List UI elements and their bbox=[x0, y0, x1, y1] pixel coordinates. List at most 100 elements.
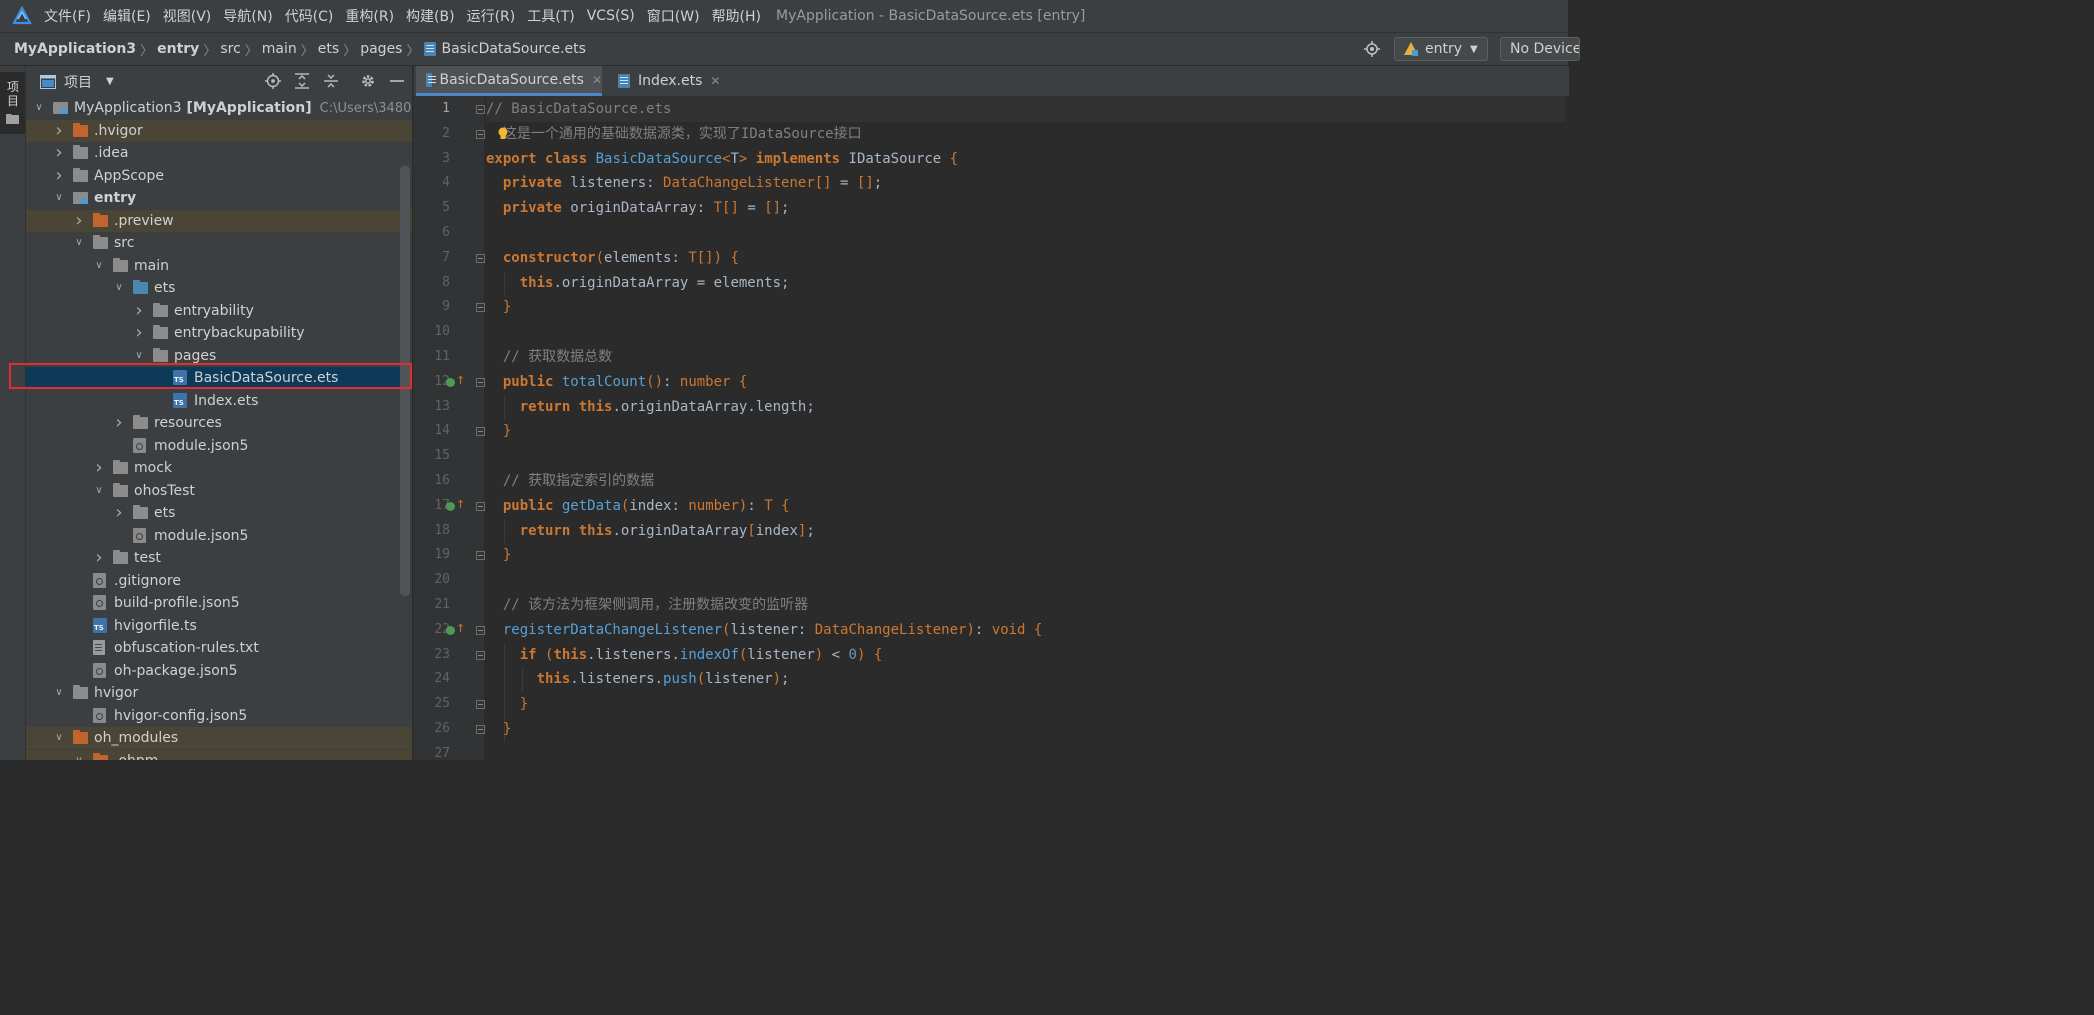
fold-marker-icon[interactable] bbox=[476, 650, 485, 660]
tree-item[interactable]: ∨ oh_modules bbox=[26, 727, 412, 749]
tree-item[interactable]: module.json5 bbox=[26, 435, 412, 457]
fold-marker-icon[interactable] bbox=[476, 700, 485, 710]
chevron-down-icon[interactable]: ∨ bbox=[72, 750, 86, 761]
tree-item[interactable]: › .hvigor bbox=[26, 119, 412, 142]
menu-item[interactable]: 帮助(H) bbox=[712, 6, 761, 26]
chevron-down-icon[interactable]: ▼ bbox=[106, 76, 114, 87]
close-icon[interactable]: ✕ bbox=[710, 74, 720, 88]
tree-item[interactable]: ∨ ets bbox=[26, 277, 412, 299]
breadcrumb-pages[interactable]: pages bbox=[360, 41, 402, 57]
tab-basicdatasource[interactable]: BasicDataSource.ets ✕ bbox=[416, 66, 602, 96]
tree-scrollbar[interactable] bbox=[400, 166, 410, 596]
fold-marker-icon[interactable] bbox=[476, 427, 485, 437]
fold-marker-icon[interactable] bbox=[476, 129, 485, 139]
locate-file-icon[interactable] bbox=[265, 73, 281, 89]
breadcrumb-ets[interactable]: ets bbox=[318, 41, 339, 57]
menu-item[interactable]: VCS(S) bbox=[587, 8, 635, 24]
fold-marker-icon[interactable] bbox=[476, 501, 485, 511]
chevron-down-icon[interactable]: ∨ bbox=[132, 345, 146, 367]
tree-item[interactable]: › test bbox=[26, 547, 412, 569]
menu-item[interactable]: 构建(B) bbox=[406, 6, 455, 26]
fold-marker-icon[interactable] bbox=[476, 377, 485, 387]
chevron-down-icon[interactable]: ∨ bbox=[92, 255, 106, 277]
tree-item[interactable]: › .preview bbox=[26, 209, 412, 232]
project-tool-tab[interactable]: 项目 bbox=[0, 72, 25, 134]
tree-item[interactable]: › ets bbox=[26, 502, 412, 524]
fold-marker-icon[interactable] bbox=[476, 551, 485, 561]
chevron-down-icon[interactable]: ∨ bbox=[52, 682, 66, 704]
menu-item[interactable]: 文件(F) bbox=[44, 6, 91, 26]
chevron-right-icon[interactable]: › bbox=[132, 322, 146, 344]
tree-item[interactable]: Index.ets bbox=[26, 390, 412, 412]
locate-target-icon[interactable] bbox=[1364, 41, 1380, 57]
tree-item[interactable]: ∨ src bbox=[26, 232, 412, 254]
chevron-down-icon[interactable]: ∨ bbox=[32, 97, 46, 119]
tree-item[interactable]: ∨ MyApplication3 [MyApplication] C:\Users\3… bbox=[26, 97, 412, 119]
tree-item[interactable]: .gitignore bbox=[26, 570, 412, 592]
project-view-label[interactable]: 项目 bbox=[64, 72, 92, 92]
chevron-down-icon[interactable]: ∨ bbox=[92, 480, 106, 502]
chevron-right-icon[interactable]: › bbox=[92, 457, 106, 479]
run-config-select[interactable]: entry ▼ bbox=[1394, 37, 1488, 61]
menu-item[interactable]: 视图(V) bbox=[163, 6, 212, 26]
tree-item[interactable]: hvigorfile.ts bbox=[26, 615, 412, 637]
tree-item[interactable]: › mock bbox=[26, 457, 412, 479]
menu-item[interactable]: 代码(C) bbox=[285, 6, 334, 26]
menu-item[interactable]: 运行(R) bbox=[467, 6, 516, 26]
tree-item[interactable]: ∨ .ohpm bbox=[26, 749, 412, 761]
device-select[interactable]: No Devices bbox=[1500, 37, 1580, 61]
tree-item[interactable]: › AppScope bbox=[26, 165, 412, 187]
fold-marker-icon[interactable] bbox=[476, 303, 485, 313]
fold-marker-icon[interactable] bbox=[476, 105, 485, 114]
menu-item[interactable]: 窗口(W) bbox=[647, 6, 700, 26]
breadcrumb-file[interactable]: BasicDataSource.ets bbox=[442, 41, 586, 57]
chevron-down-icon[interactable]: ∨ bbox=[52, 187, 66, 209]
gear-icon[interactable] bbox=[360, 73, 376, 89]
tree-item[interactable]: oh-package.json5 bbox=[26, 660, 412, 682]
fold-marker-icon[interactable] bbox=[476, 725, 485, 734]
close-icon[interactable]: ✕ bbox=[592, 73, 602, 87]
breadcrumb-main[interactable]: main bbox=[262, 41, 297, 57]
tree-item[interactable]: › resources bbox=[26, 412, 412, 434]
chevron-right-icon[interactable]: › bbox=[92, 547, 106, 569]
menu-item[interactable]: 重构(R) bbox=[345, 6, 394, 26]
menu-item[interactable]: 工具(T) bbox=[527, 6, 574, 26]
chevron-right-icon[interactable]: › bbox=[52, 120, 66, 142]
tree-item[interactable]: › entryability bbox=[26, 300, 412, 322]
tree-item[interactable]: › entrybackupability bbox=[26, 322, 412, 344]
collapse-all-icon[interactable] bbox=[324, 73, 338, 89]
tree-item[interactable]: BasicDataSource.ets bbox=[26, 367, 412, 389]
chevron-right-icon[interactable]: › bbox=[112, 412, 126, 434]
tree-item[interactable]: ∨ ohosTest bbox=[26, 480, 412, 502]
chevron-down-icon[interactable]: ∨ bbox=[72, 232, 86, 254]
menu-item[interactable]: 编辑(E) bbox=[103, 6, 151, 26]
tree-item[interactable]: ∨ main bbox=[26, 255, 412, 277]
implements-marker-icon[interactable] bbox=[446, 501, 455, 511]
tree-item[interactable]: hvigor-config.json5 bbox=[26, 705, 412, 727]
expand-all-icon[interactable] bbox=[295, 73, 309, 89]
tab-index[interactable]: Index.ets ✕ bbox=[608, 66, 728, 96]
chevron-right-icon[interactable]: › bbox=[132, 300, 146, 322]
chevron-down-icon[interactable]: ∨ bbox=[52, 727, 66, 749]
breadcrumb-project[interactable]: MyApplication3 bbox=[14, 41, 136, 57]
fold-marker-icon[interactable] bbox=[476, 253, 485, 263]
menu-item[interactable]: 导航(N) bbox=[223, 6, 272, 26]
chevron-right-icon[interactable]: › bbox=[52, 165, 66, 187]
chevron-down-icon[interactable]: ∨ bbox=[112, 277, 126, 299]
tree-item[interactable]: ∨ hvigor bbox=[26, 682, 412, 704]
chevron-right-icon[interactable]: › bbox=[72, 210, 86, 232]
tree-item[interactable]: ∨ pages bbox=[26, 345, 412, 367]
tree-item[interactable]: ∨ entry bbox=[26, 187, 412, 209]
fold-marker-icon[interactable] bbox=[476, 625, 485, 635]
lightbulb-icon[interactable] bbox=[497, 127, 509, 141]
tree-item[interactable]: build-profile.json5 bbox=[26, 592, 412, 614]
tree-item[interactable]: obfuscation-rules.txt bbox=[26, 637, 412, 659]
tree-item[interactable]: › .idea bbox=[26, 142, 412, 164]
minimize-icon[interactable] bbox=[390, 73, 404, 89]
implements-marker-icon[interactable] bbox=[446, 625, 455, 635]
breadcrumb-src[interactable]: src bbox=[220, 41, 240, 57]
app-logo-icon[interactable] bbox=[12, 6, 32, 26]
implements-marker-icon[interactable] bbox=[446, 377, 455, 387]
chevron-right-icon[interactable]: › bbox=[112, 502, 126, 524]
tree-item[interactable]: module.json5 bbox=[26, 525, 412, 547]
